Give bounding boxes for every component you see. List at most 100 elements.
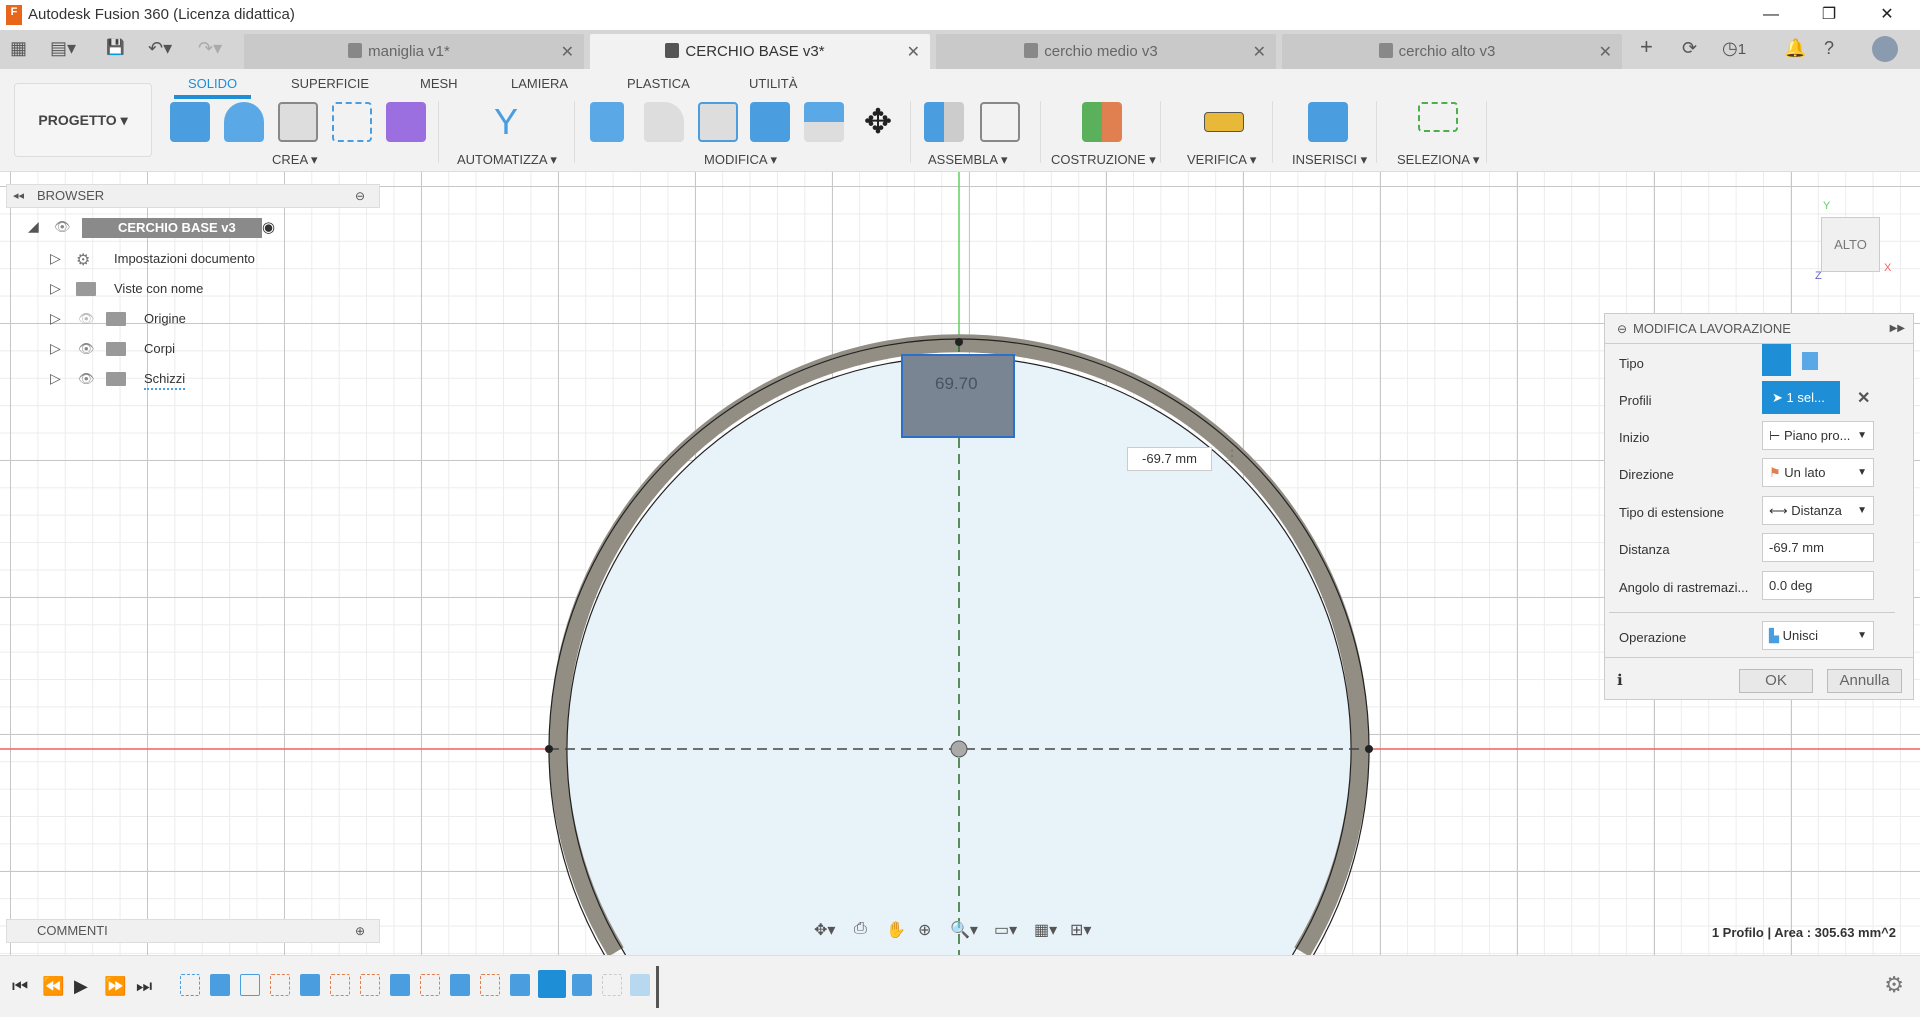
extent-type-dropdown[interactable]: ⟷ Distanza▼ [1762,496,1874,525]
browser-item-impostazioni[interactable]: Impostazioni documento [114,248,255,270]
collapse-icon[interactable]: ◂◂ [13,185,24,207]
minimize-panel-icon[interactable]: ⊖ [355,185,365,207]
new-component-icon[interactable] [924,102,964,142]
create-form-icon[interactable] [386,102,426,142]
timeline-extrude[interactable] [510,974,530,996]
tab-lamiera[interactable]: LAMIERA [511,76,568,91]
notifications-icon[interactable]: 🔔 [1784,38,1806,59]
group-crea[interactable]: CREA ▾ [272,152,318,168]
add-comment-icon[interactable]: ⊕ [355,920,365,942]
step-forward-icon[interactable]: ⏩ [104,976,126,997]
group-inserisci[interactable]: INSERISCI ▾ [1292,152,1367,168]
step-back-icon[interactable]: ⏪ [42,976,64,997]
construction-plane-icon[interactable] [1082,102,1122,142]
job-status-icon[interactable]: ◷1 [1722,38,1746,59]
fillet-icon[interactable] [644,102,684,142]
timeline-sketch[interactable] [180,974,200,996]
workspace-dropdown[interactable]: PROGETTO ▾ [14,83,152,157]
timeline-settings-gear-icon[interactable]: ⚙ [1884,972,1904,998]
timeline-sketch[interactable] [360,974,380,996]
direction-dropdown[interactable]: ⚑ Un lato▼ [1762,458,1874,487]
automate-icon[interactable]: Y [486,102,526,142]
joint-icon[interactable] [980,102,1020,142]
orbit-icon[interactable]: ✥▾ [814,920,835,940]
timeline-sketch[interactable] [420,974,440,996]
expand-dialog-icon[interactable]: ▶▶ [1890,314,1905,344]
eye-icon[interactable]: 👁 [78,371,95,387]
expand-icon[interactable]: ▷ [50,280,61,297]
type-thin-button[interactable] [1802,352,1818,370]
distance-input[interactable]: -69.7 mm [1762,533,1874,562]
group-seleziona[interactable]: SELEZIONA ▾ [1397,152,1479,168]
group-automatizza[interactable]: AUTOMATIZZA ▾ [457,152,557,168]
timeline-extrude[interactable] [300,974,320,996]
timeline-sketch[interactable] [602,974,622,996]
combine-icon[interactable] [750,102,790,142]
timeline-extrude[interactable] [630,974,650,996]
apps-grid-icon[interactable]: ▦ [10,38,27,59]
timeline-sketch[interactable] [270,974,290,996]
tab-cerchio-medio[interactable]: cerchio medio v3✕ [936,34,1276,69]
group-verifica[interactable]: VERIFICA ▾ [1187,152,1256,168]
tab-cerchio-base[interactable]: CERCHIO BASE v3*✕ [590,34,930,69]
pan-icon[interactable]: ✋ [886,920,906,940]
ok-button[interactable]: OK [1739,669,1813,693]
restore-button[interactable]: ❐ [1806,2,1852,28]
grid-settings-icon[interactable]: ▦▾ [1034,920,1057,940]
type-solid-button[interactable] [1762,344,1791,376]
group-costruzione[interactable]: COSTRUZIONE ▾ [1051,152,1156,168]
expand-icon[interactable]: ▷ [50,340,61,357]
play-icon[interactable]: ▶ [74,976,88,997]
extensions-icon[interactable]: ⟳ [1682,38,1697,59]
minimize-button[interactable]: — [1748,2,1794,28]
new-tab-button[interactable]: + [1640,34,1653,60]
browser-root[interactable]: CERCHIO BASE v3 [82,218,262,238]
collapse-dialog-icon[interactable]: ⊖ [1617,314,1627,344]
extrude-icon[interactable] [170,102,210,142]
tab-plastica[interactable]: PLASTICA [627,76,690,91]
select-icon[interactable] [1418,102,1458,132]
go-to-end-icon[interactable]: ⏭ [136,976,152,997]
tab-solido[interactable]: SOLIDO [188,76,237,91]
split-body-icon[interactable] [804,102,844,142]
viewcube[interactable]: ALTO [1821,217,1880,272]
display-settings-icon[interactable]: ▭▾ [994,920,1017,940]
file-menu-icon[interactable]: ▤▾ [50,38,76,59]
close-tab-icon[interactable]: ✕ [1599,42,1612,62]
clear-selection-icon[interactable]: ✕ [1857,388,1870,408]
timeline-sketch[interactable] [330,974,350,996]
measure-icon[interactable] [1204,112,1244,132]
expand-icon[interactable]: ▷ [50,250,61,267]
cancel-button[interactable]: Annulla [1827,669,1902,693]
operation-dropdown[interactable]: ▙ Unisci▼ [1762,621,1874,650]
expand-icon[interactable]: ▷ [50,370,61,387]
timeline-extrude[interactable] [210,974,230,996]
look-at-icon[interactable]: ⎙ [854,920,867,938]
profiles-select-button[interactable]: ➤ 1 sel... [1762,381,1840,414]
insert-image-icon[interactable] [1308,102,1348,142]
distance-manipulator-input[interactable]: -69.7 mm [1127,447,1212,471]
eye-hidden-icon[interactable]: 👁 [78,311,95,327]
tab-utilita[interactable]: UTILITÀ [749,76,797,91]
move-icon[interactable]: ✥ [858,102,898,142]
activate-radio-icon[interactable]: ◉ [262,218,275,236]
browser-item-origine[interactable]: Origine [144,308,186,330]
eye-icon[interactable]: 👁 [54,219,71,235]
revolve-icon[interactable] [224,102,264,142]
close-button[interactable]: ✕ [1864,2,1910,28]
timeline-extrude[interactable] [572,974,592,996]
timeline-extrude[interactable] [390,974,410,996]
press-pull-icon[interactable] [590,102,624,142]
expand-icon[interactable]: ▷ [50,310,61,327]
timeline-marker[interactable] [656,966,659,1008]
expand-icon[interactable]: ◢ [28,218,39,235]
viewports-icon[interactable]: ⊞▾ [1070,920,1091,940]
zoom-icon[interactable]: ⊕ [918,920,931,940]
timeline-sketch[interactable] [480,974,500,996]
browser-item-corpi[interactable]: Corpi [144,338,175,360]
tab-superficie[interactable]: SUPERFICIE [291,76,369,91]
go-to-start-icon[interactable]: ⏮ [12,976,28,997]
timeline-feature[interactable] [240,974,260,996]
group-modifica[interactable]: MODIFICA ▾ [704,152,777,168]
avatar[interactable] [1872,36,1898,62]
